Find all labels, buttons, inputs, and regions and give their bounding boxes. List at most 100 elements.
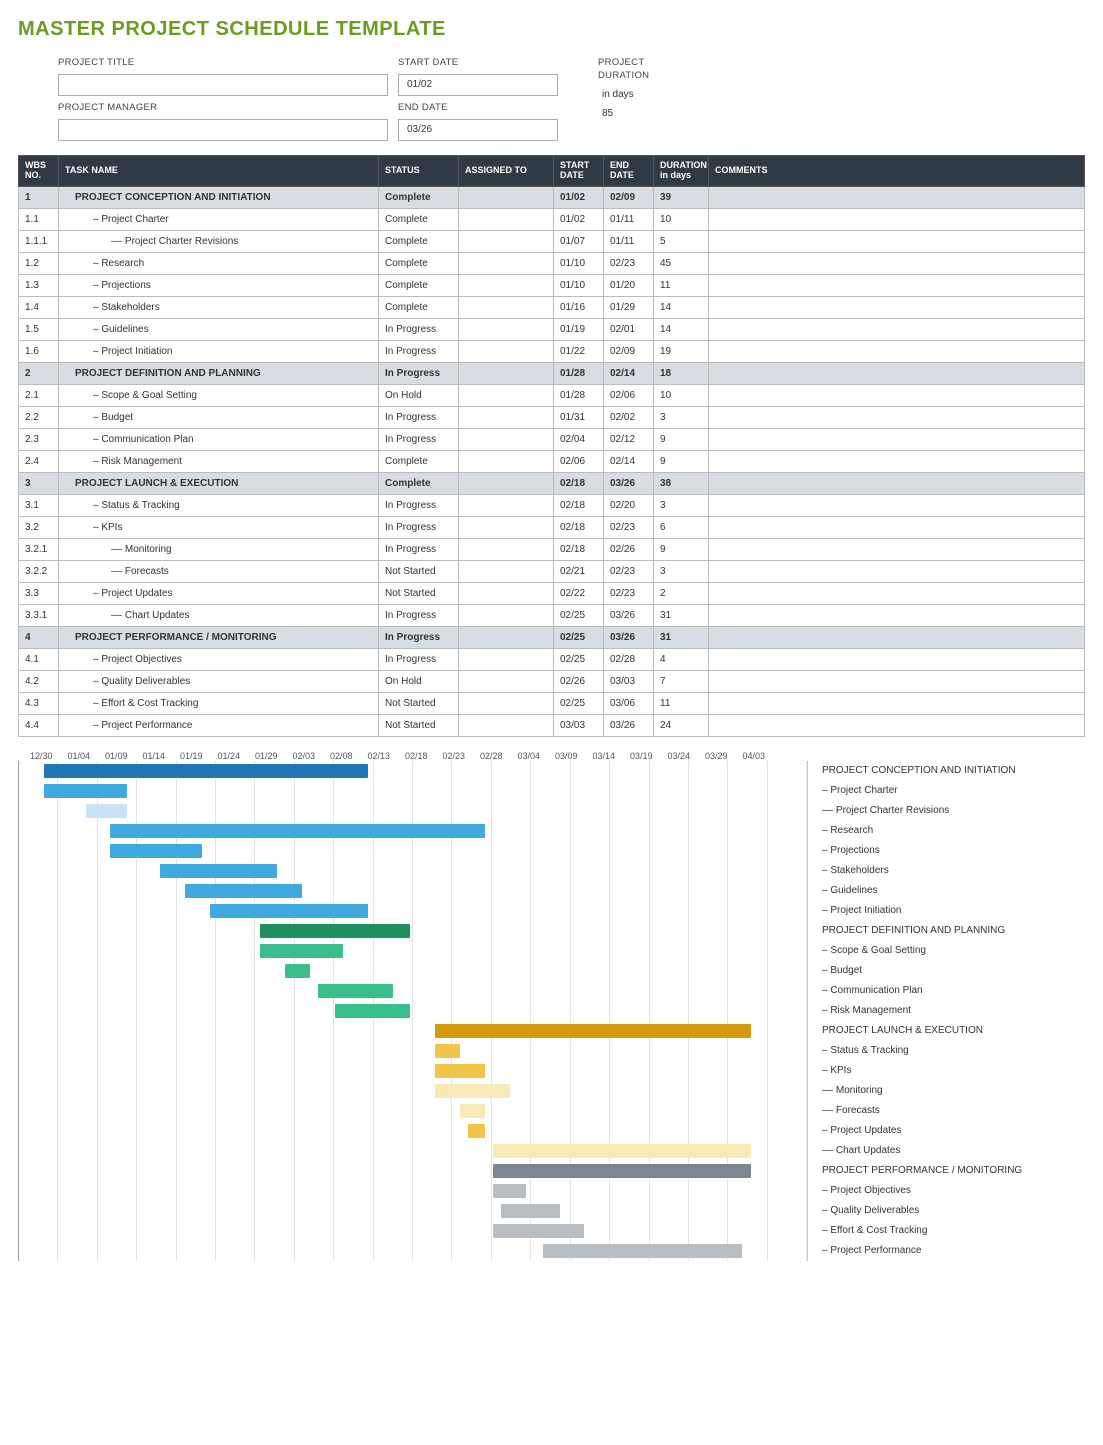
cell-wbs: 1.5: [19, 318, 59, 340]
cell-assigned[interactable]: [459, 406, 554, 428]
cell-assigned[interactable]: [459, 208, 554, 230]
gantt-row: [19, 1021, 807, 1041]
cell-assigned[interactable]: [459, 626, 554, 648]
gantt-bar: [110, 844, 201, 858]
cell-start: 02/06: [554, 450, 604, 472]
cell-assigned[interactable]: [459, 670, 554, 692]
legend-item: – Scope & Goal Setting: [822, 941, 1022, 961]
cell-assigned[interactable]: [459, 714, 554, 736]
cell-task: – Budget: [59, 406, 379, 428]
cell-comments[interactable]: [709, 274, 1085, 296]
cell-comments[interactable]: [709, 538, 1085, 560]
end-date-input[interactable]: 03/26: [398, 119, 558, 141]
cell-duration: 14: [654, 296, 709, 318]
cell-comments[interactable]: [709, 296, 1085, 318]
axis-tick: 02/28: [480, 751, 518, 761]
cell-assigned[interactable]: [459, 384, 554, 406]
legend-item: –– Chart Updates: [822, 1141, 1022, 1161]
cell-assigned[interactable]: [459, 582, 554, 604]
cell-task: – Status & Tracking: [59, 494, 379, 516]
cell-start: 01/16: [554, 296, 604, 318]
cell-comments[interactable]: [709, 582, 1085, 604]
cell-comments[interactable]: [709, 230, 1085, 252]
cell-assigned[interactable]: [459, 186, 554, 208]
cell-assigned[interactable]: [459, 450, 554, 472]
cell-start: 02/18: [554, 494, 604, 516]
cell-status: In Progress: [379, 538, 459, 560]
cell-end: 03/26: [604, 472, 654, 494]
project-manager-input[interactable]: [58, 119, 388, 141]
cell-comments[interactable]: [709, 516, 1085, 538]
cell-assigned[interactable]: [459, 604, 554, 626]
cell-duration: 10: [654, 208, 709, 230]
start-date-input[interactable]: 01/02: [398, 74, 558, 96]
cell-assigned[interactable]: [459, 362, 554, 384]
page-title: MASTER PROJECT SCHEDULE TEMPLATE: [18, 18, 1085, 41]
cell-comments[interactable]: [709, 714, 1085, 736]
cell-comments[interactable]: [709, 362, 1085, 384]
cell-assigned[interactable]: [459, 252, 554, 274]
cell-wbs: 3: [19, 472, 59, 494]
cell-start: 02/26: [554, 670, 604, 692]
cell-task: – Project Initiation: [59, 340, 379, 362]
gantt-row: [19, 1201, 807, 1221]
legend-item: – Status & Tracking: [822, 1041, 1022, 1061]
cell-end: 02/28: [604, 648, 654, 670]
cell-comments[interactable]: [709, 692, 1085, 714]
cell-start: 02/25: [554, 626, 604, 648]
col-comments: COMMENTS: [709, 156, 1085, 187]
cell-comments[interactable]: [709, 450, 1085, 472]
gantt-row: [19, 1181, 807, 1201]
col-wbs: WBS NO.: [19, 156, 59, 187]
legend-item: –– Forecasts: [822, 1101, 1022, 1121]
axis-tick: 03/14: [593, 751, 631, 761]
cell-status: In Progress: [379, 406, 459, 428]
cell-end: 02/23: [604, 252, 654, 274]
cell-assigned[interactable]: [459, 340, 554, 362]
cell-comments[interactable]: [709, 340, 1085, 362]
legend-item: PROJECT DEFINITION AND PLANNING: [822, 921, 1022, 941]
cell-assigned[interactable]: [459, 318, 554, 340]
cell-wbs: 3.1: [19, 494, 59, 516]
cell-comments[interactable]: [709, 604, 1085, 626]
cell-status: Complete: [379, 252, 459, 274]
cell-duration: 2: [654, 582, 709, 604]
cell-assigned[interactable]: [459, 472, 554, 494]
gantt-bar: [260, 924, 410, 938]
cell-duration: 31: [654, 604, 709, 626]
cell-assigned[interactable]: [459, 296, 554, 318]
cell-comments[interactable]: [709, 186, 1085, 208]
cell-comments[interactable]: [709, 648, 1085, 670]
cell-comments[interactable]: [709, 626, 1085, 648]
cell-comments[interactable]: [709, 406, 1085, 428]
gantt-row: [19, 941, 807, 961]
cell-assigned[interactable]: [459, 274, 554, 296]
cell-assigned[interactable]: [459, 516, 554, 538]
cell-comments[interactable]: [709, 252, 1085, 274]
cell-comments[interactable]: [709, 560, 1085, 582]
cell-assigned[interactable]: [459, 428, 554, 450]
cell-comments[interactable]: [709, 384, 1085, 406]
cell-task: – Effort & Cost Tracking: [59, 692, 379, 714]
table-row: 1.4– StakeholdersComplete01/1601/2914: [19, 296, 1085, 318]
table-row: 1.6– Project InitiationIn Progress01/220…: [19, 340, 1085, 362]
cell-assigned[interactable]: [459, 560, 554, 582]
legend-item: – Projections: [822, 841, 1022, 861]
cell-assigned[interactable]: [459, 538, 554, 560]
cell-assigned[interactable]: [459, 230, 554, 252]
cell-comments[interactable]: [709, 428, 1085, 450]
cell-assigned[interactable]: [459, 692, 554, 714]
gantt-row: [19, 901, 807, 921]
cell-comments[interactable]: [709, 670, 1085, 692]
cell-comments[interactable]: [709, 494, 1085, 516]
cell-comments[interactable]: [709, 318, 1085, 340]
table-row: 1.3– ProjectionsComplete01/1001/2011: [19, 274, 1085, 296]
axis-tick: 02/08: [330, 751, 368, 761]
cell-assigned[interactable]: [459, 648, 554, 670]
project-title-input[interactable]: [58, 74, 388, 96]
gantt-bar: [468, 1124, 485, 1138]
cell-assigned[interactable]: [459, 494, 554, 516]
cell-comments[interactable]: [709, 208, 1085, 230]
cell-comments[interactable]: [709, 472, 1085, 494]
cell-end: 02/23: [604, 516, 654, 538]
